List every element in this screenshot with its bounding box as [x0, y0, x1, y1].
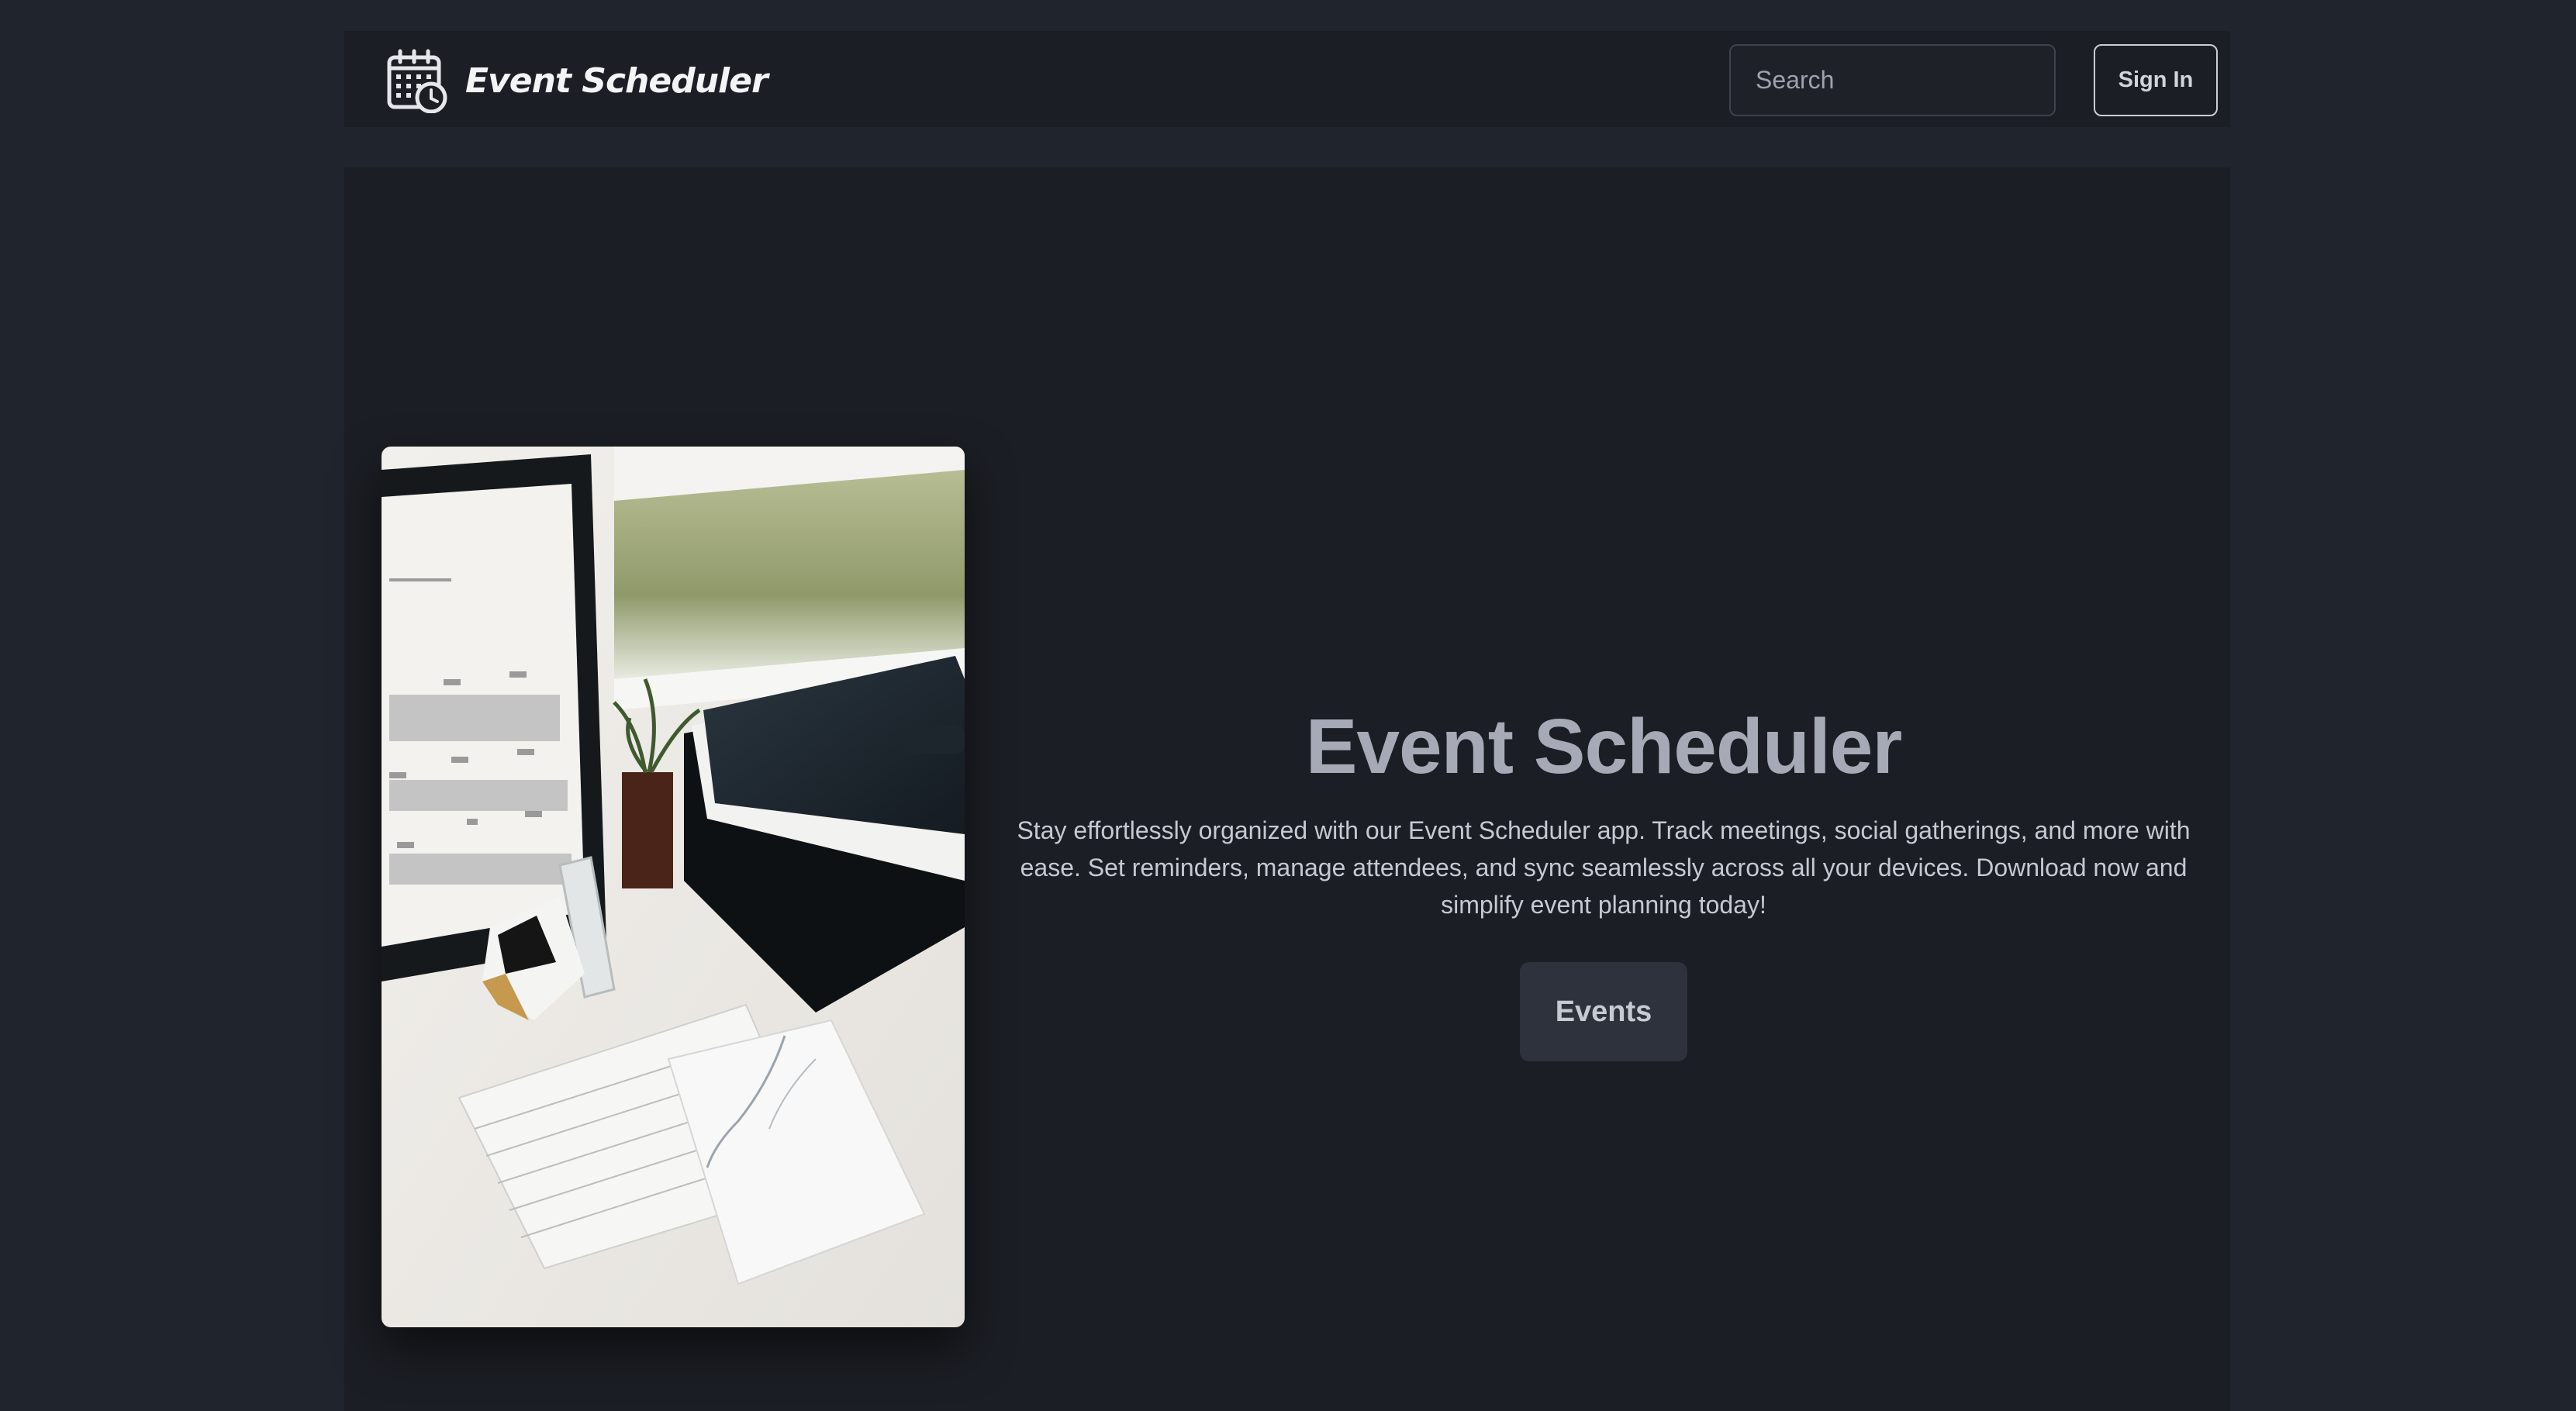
events-button[interactable]: Events — [1520, 962, 1687, 1061]
brand-link[interactable]: Event Scheduler — [386, 48, 768, 113]
desk-calendar-photo — [382, 447, 965, 1327]
hero-description: Stay effortlessly organized with our Eve… — [1017, 816, 2191, 919]
navbar: Event Scheduler Sign In — [344, 31, 2230, 127]
search-input[interactable] — [1729, 44, 2056, 116]
sign-in-button[interactable]: Sign In — [2094, 44, 2218, 116]
hero-title: Event Scheduler — [1305, 703, 1903, 790]
hero-section: Event Scheduler Stay effortlessly organi… — [344, 167, 2230, 1411]
hero-image — [382, 447, 965, 1327]
hero-content: Event Scheduler Stay effortlessly organi… — [996, 702, 2212, 1061]
calendar-clock-icon — [387, 49, 447, 113]
brand-name: Event Scheduler — [465, 60, 768, 101]
